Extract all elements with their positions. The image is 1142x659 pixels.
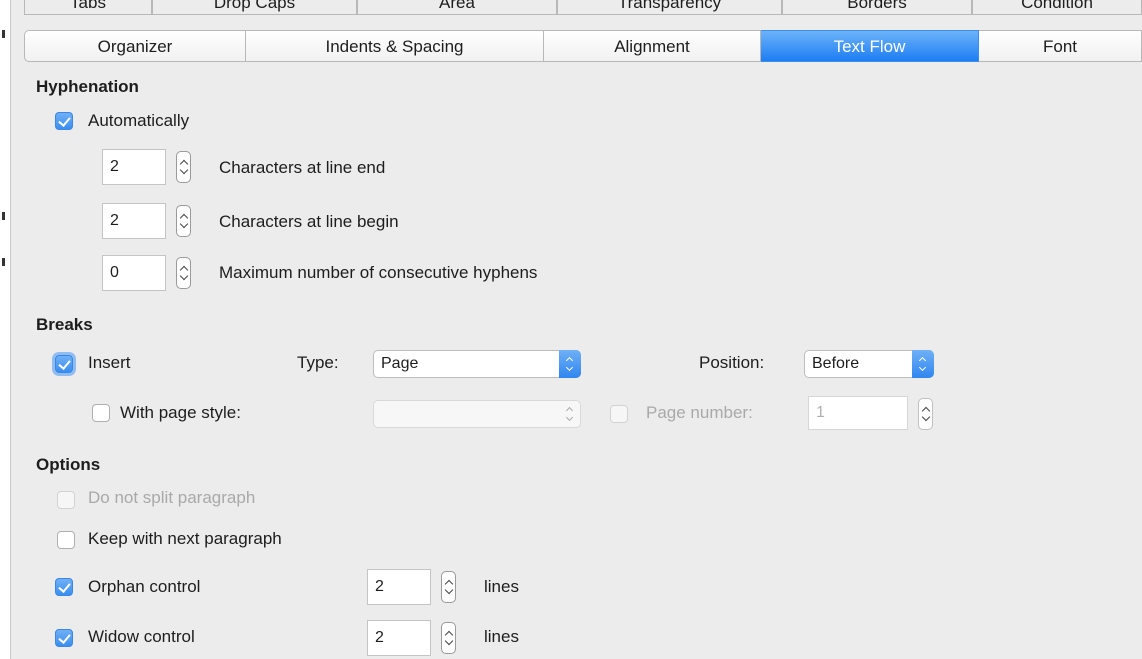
tab-transparency[interactable]: Transparency — [557, 0, 782, 15]
orphan-lines-unit: lines — [484, 577, 519, 596]
breaks-heading: Breaks — [36, 315, 93, 334]
break-position-label: Position: — [699, 353, 765, 372]
line-begin-input[interactable]: 2 — [102, 203, 166, 239]
max-hyphens-label: Maximum number of consecutive hyphens — [219, 263, 538, 282]
tab-condition[interactable]: Condition — [972, 0, 1142, 15]
widow-lines-input[interactable]: 2 — [367, 620, 431, 656]
max-hyphens-stepper[interactable] — [176, 257, 191, 289]
do-not-split-label: Do not split paragraph — [88, 488, 256, 507]
hyphenation-heading: Hyphenation — [36, 77, 139, 96]
widow-lines-unit: lines — [484, 627, 519, 646]
edge-mark — [2, 212, 5, 220]
page-number-label: Page number: — [646, 403, 753, 422]
do-not-split-checkbox[interactable] — [57, 491, 75, 509]
line-end-label: Characters at line end — [219, 158, 386, 177]
keep-with-next-label: Keep with next paragraph — [88, 529, 282, 548]
page-style-select[interactable] — [373, 400, 581, 428]
tab-row-secondary: Tabs Drop Caps Area Transparency Borders… — [24, 0, 1142, 26]
widow-lines-stepper[interactable] — [441, 622, 456, 654]
break-type-value: Page — [381, 355, 419, 372]
keep-with-next-checkbox[interactable] — [57, 531, 75, 549]
orphan-control-label: Orphan control — [88, 577, 201, 596]
break-type-select[interactable]: Page — [373, 350, 581, 378]
tab-alignment[interactable]: Alignment — [544, 30, 761, 62]
tab-drop-caps[interactable]: Drop Caps — [152, 0, 357, 15]
widow-control-checkbox[interactable] — [55, 629, 73, 647]
break-type-label: Type: — [297, 353, 339, 372]
select-arrows-icon — [912, 350, 934, 378]
select-arrows-icon — [559, 350, 581, 378]
select-arrows-icon — [559, 400, 581, 428]
widow-control-label: Widow control — [88, 627, 195, 646]
break-position-select[interactable]: Before — [804, 350, 934, 378]
edge-mark — [2, 258, 5, 266]
max-hyphens-input[interactable]: 0 — [102, 255, 166, 291]
edge-mark — [2, 30, 5, 38]
line-begin-stepper[interactable] — [176, 205, 191, 237]
tab-indents-spacing[interactable]: Indents & Spacing — [246, 30, 544, 62]
tab-font[interactable]: Font — [979, 30, 1142, 62]
tab-row-primary: Organizer Indents & Spacing Alignment Te… — [24, 30, 1142, 62]
automatically-checkbox[interactable] — [55, 112, 73, 130]
line-end-stepper[interactable] — [176, 151, 191, 183]
options-heading: Options — [36, 455, 101, 474]
with-page-style-checkbox[interactable] — [92, 404, 110, 422]
orphan-lines-input[interactable]: 2 — [367, 569, 431, 605]
insert-break-label: Insert — [88, 353, 131, 372]
automatically-label: Automatically — [88, 111, 190, 130]
page-number-input[interactable]: 1 — [808, 396, 908, 430]
page-number-stepper[interactable] — [918, 398, 933, 430]
line-end-input[interactable]: 2 — [102, 149, 166, 185]
page-number-checkbox[interactable] — [610, 405, 628, 423]
orphan-lines-stepper[interactable] — [441, 571, 456, 603]
line-begin-label: Characters at line begin — [219, 212, 399, 231]
insert-break-checkbox[interactable] — [55, 355, 73, 373]
window-left-edge — [0, 0, 11, 659]
tab-organizer[interactable]: Organizer — [24, 30, 246, 62]
tab-text-flow[interactable]: Text Flow — [761, 30, 979, 62]
with-page-style-label: With page style: — [120, 403, 241, 422]
break-position-value: Before — [812, 355, 860, 372]
orphan-control-checkbox[interactable] — [55, 578, 73, 596]
tab-tabs[interactable]: Tabs — [24, 0, 152, 15]
tab-borders[interactable]: Borders — [782, 0, 972, 15]
tab-area[interactable]: Area — [357, 0, 557, 15]
